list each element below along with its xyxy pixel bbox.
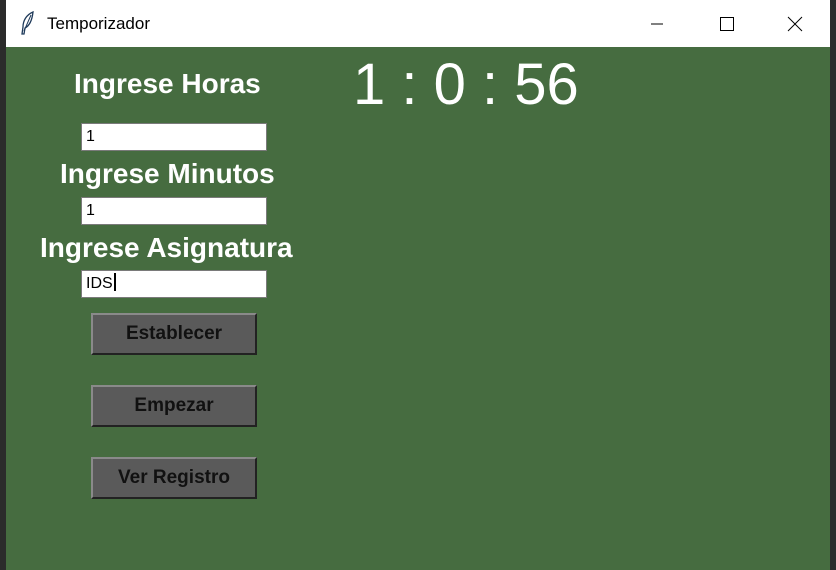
close-icon [787,16,803,32]
app-window: Temporizador Ingrese Horas 1 Ingrese Min… [6,0,830,570]
view-log-button[interactable]: Ver Registro [91,457,257,499]
timer-display: 1 : 0 : 56 [353,52,579,117]
minutes-label: Ingrese Minutos [60,158,275,189]
text-caret [113,273,116,291]
minutes-input[interactable]: 1 [81,197,267,225]
subject-input[interactable]: IDS [81,270,267,298]
subject-input-value: IDS [86,275,113,292]
minimize-button[interactable] [622,0,692,47]
close-button[interactable] [760,0,830,47]
feather-icon [20,10,36,35]
minimize-icon [649,16,665,32]
start-button[interactable]: Empezar [91,385,257,427]
hours-label: Ingrese Horas [74,68,261,99]
hours-input[interactable]: 1 [81,123,267,151]
maximize-button[interactable] [692,0,762,47]
main-content: Ingrese Horas 1 Ingrese Minutos 1 Ingres… [6,47,830,570]
title-bar[interactable]: Temporizador [6,0,830,47]
set-button[interactable]: Establecer [91,313,257,355]
maximize-icon [719,16,735,32]
window-title: Temporizador [47,14,150,33]
subject-label: Ingrese Asignatura [40,232,293,263]
